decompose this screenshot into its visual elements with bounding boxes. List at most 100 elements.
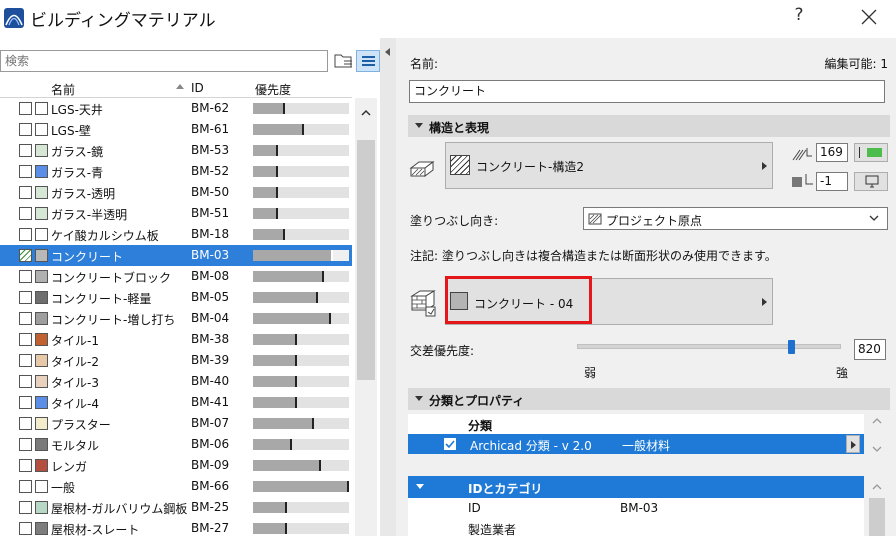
cut-fill-icon (409, 161, 435, 177)
row-checkbox[interactable] (19, 459, 32, 472)
material-name: タイル-2 (51, 355, 99, 369)
id-scrollbar[interactable] (866, 476, 888, 536)
pen-number-field[interactable]: 169 (816, 143, 848, 162)
material-swatch (35, 333, 48, 346)
column-priority[interactable]: 優先度 (255, 81, 291, 98)
priority-bar-marker (295, 397, 298, 408)
priority-bar-fill (253, 208, 277, 219)
scroll-thumb[interactable] (357, 140, 375, 380)
material-row[interactable]: ガラス-鏡 BM-53 (0, 140, 352, 161)
row-checkbox[interactable] (19, 207, 32, 220)
list-scrollbar[interactable] (355, 98, 377, 536)
row-checkbox[interactable] (19, 186, 32, 199)
material-name-field[interactable]: コンクリート (409, 80, 885, 103)
list-header: 名前 ID 優先度 (0, 78, 352, 98)
pen-color-button[interactable] (854, 143, 888, 162)
column-id[interactable]: ID (191, 81, 204, 95)
priority-bar-fill (253, 460, 320, 471)
material-row[interactable]: 屋根材-ガルバリウム鋼板 BM-25 (0, 497, 352, 518)
classification-row[interactable]: Archicad 分類 - v 2.0 一般材料 (408, 434, 864, 454)
material-row[interactable]: ケイ酸カルシウム板 BM-18 (0, 224, 352, 245)
material-row[interactable]: コンクリート BM-03 (0, 245, 352, 266)
row-checkbox[interactable] (19, 438, 32, 451)
row-checkbox[interactable] (19, 291, 32, 304)
row-checkbox[interactable] (19, 270, 32, 283)
section-classification-header[interactable]: 分類とプロパティ (408, 388, 890, 410)
panel-splitter[interactable] (380, 38, 396, 536)
folder-view-button[interactable] (334, 52, 354, 70)
priority-bar-fill (253, 376, 296, 387)
strong-label: 強 (836, 366, 849, 380)
section-structure-header[interactable]: 構造と表現 (408, 115, 890, 137)
material-row[interactable]: モルタル BM-06 (0, 434, 352, 455)
cut-fill-button[interactable]: コンクリート-構造2 (445, 142, 773, 189)
scroll-down-icon[interactable] (872, 444, 882, 454)
material-row[interactable]: LGS-壁 BM-61 (0, 119, 352, 140)
row-checkbox[interactable] (19, 249, 32, 262)
row-checkbox[interactable] (19, 144, 32, 157)
row-checkbox[interactable] (19, 375, 32, 388)
scroll-up-icon[interactable] (361, 108, 371, 118)
row-checkbox[interactable] (19, 501, 32, 514)
help-button[interactable]: ? (789, 5, 809, 31)
background-pen-button[interactable] (854, 172, 888, 191)
material-settings-panel: 名前: 編集可能: 1 コンクリート 構造と表現 コンクリート-構造2 169 … (396, 38, 896, 536)
row-checkbox[interactable] (19, 480, 32, 493)
collapse-left-icon[interactable] (385, 48, 390, 56)
material-row[interactable]: タイル-3 BM-40 (0, 371, 352, 392)
priority-bar (253, 523, 349, 534)
material-swatch (35, 522, 48, 535)
id-category-header-row[interactable]: IDとカテゴリ (408, 476, 864, 498)
arrow-right-icon (851, 441, 856, 449)
row-checkbox[interactable] (19, 333, 32, 346)
background-pen-field[interactable]: -1 (816, 172, 848, 191)
intersection-priority-field[interactable]: 820 (854, 339, 886, 360)
column-name[interactable]: 名前 (51, 81, 75, 98)
manufacturer-row: 製造業者 (408, 518, 864, 536)
material-row[interactable]: タイル-4 BM-41 (0, 392, 352, 413)
expand-triangle-icon (415, 123, 423, 128)
id-value[interactable]: BM-03 (620, 501, 658, 515)
intersection-slider-track[interactable] (577, 344, 841, 349)
classification-expand-button[interactable] (846, 435, 860, 453)
material-row[interactable]: コンクリート-増し打ち BM-04 (0, 308, 352, 329)
material-row[interactable]: コンクリートブロック BM-08 (0, 266, 352, 287)
list-view-button[interactable] (356, 50, 380, 72)
row-checkbox[interactable] (19, 354, 32, 367)
close-button[interactable] (858, 6, 880, 28)
row-checkbox[interactable] (19, 522, 32, 535)
material-row[interactable]: LGS-天井 BM-62 (0, 98, 352, 119)
material-row[interactable]: ガラス-透明 BM-50 (0, 182, 352, 203)
material-row[interactable]: 屋根材-スレート BM-27 (0, 518, 352, 536)
material-row[interactable]: プラスター BM-07 (0, 413, 352, 434)
search-input[interactable] (5, 51, 327, 71)
intersection-slider-thumb[interactable] (787, 340, 795, 354)
row-checkbox[interactable] (19, 165, 32, 178)
priority-bar (253, 292, 349, 303)
priority-bar (253, 208, 349, 219)
row-checkbox[interactable] (19, 123, 32, 136)
row-checkbox[interactable] (19, 417, 32, 430)
pen-color-divider (859, 147, 860, 158)
row-checkbox[interactable] (19, 102, 32, 115)
classification-scrollbar[interactable] (866, 412, 888, 462)
row-checkbox[interactable] (19, 228, 32, 241)
priority-bar (253, 418, 349, 429)
priority-bar (253, 313, 349, 324)
row-checkbox[interactable] (19, 396, 32, 409)
material-row[interactable]: レンガ BM-09 (0, 455, 352, 476)
material-row[interactable]: タイル-2 BM-39 (0, 350, 352, 371)
priority-bar-fill (253, 313, 329, 324)
checkbox-checked-icon[interactable] (444, 438, 456, 450)
scroll-thumb[interactable] (869, 498, 885, 536)
material-row[interactable]: ガラス-半透明 BM-51 (0, 203, 352, 224)
material-row[interactable]: コンクリート-軽量 BM-05 (0, 287, 352, 308)
material-row[interactable]: タイル-1 BM-38 (0, 329, 352, 350)
fill-orientation-dropdown[interactable]: プロジェクト原点 (583, 207, 888, 230)
material-row[interactable]: 一般 BM-66 (0, 476, 352, 497)
scroll-up-icon[interactable] (872, 482, 882, 492)
material-row[interactable]: ガラス-青 BM-52 (0, 161, 352, 182)
search-field[interactable] (0, 50, 328, 72)
scroll-up-icon[interactable] (872, 416, 882, 426)
row-checkbox[interactable] (19, 312, 32, 325)
